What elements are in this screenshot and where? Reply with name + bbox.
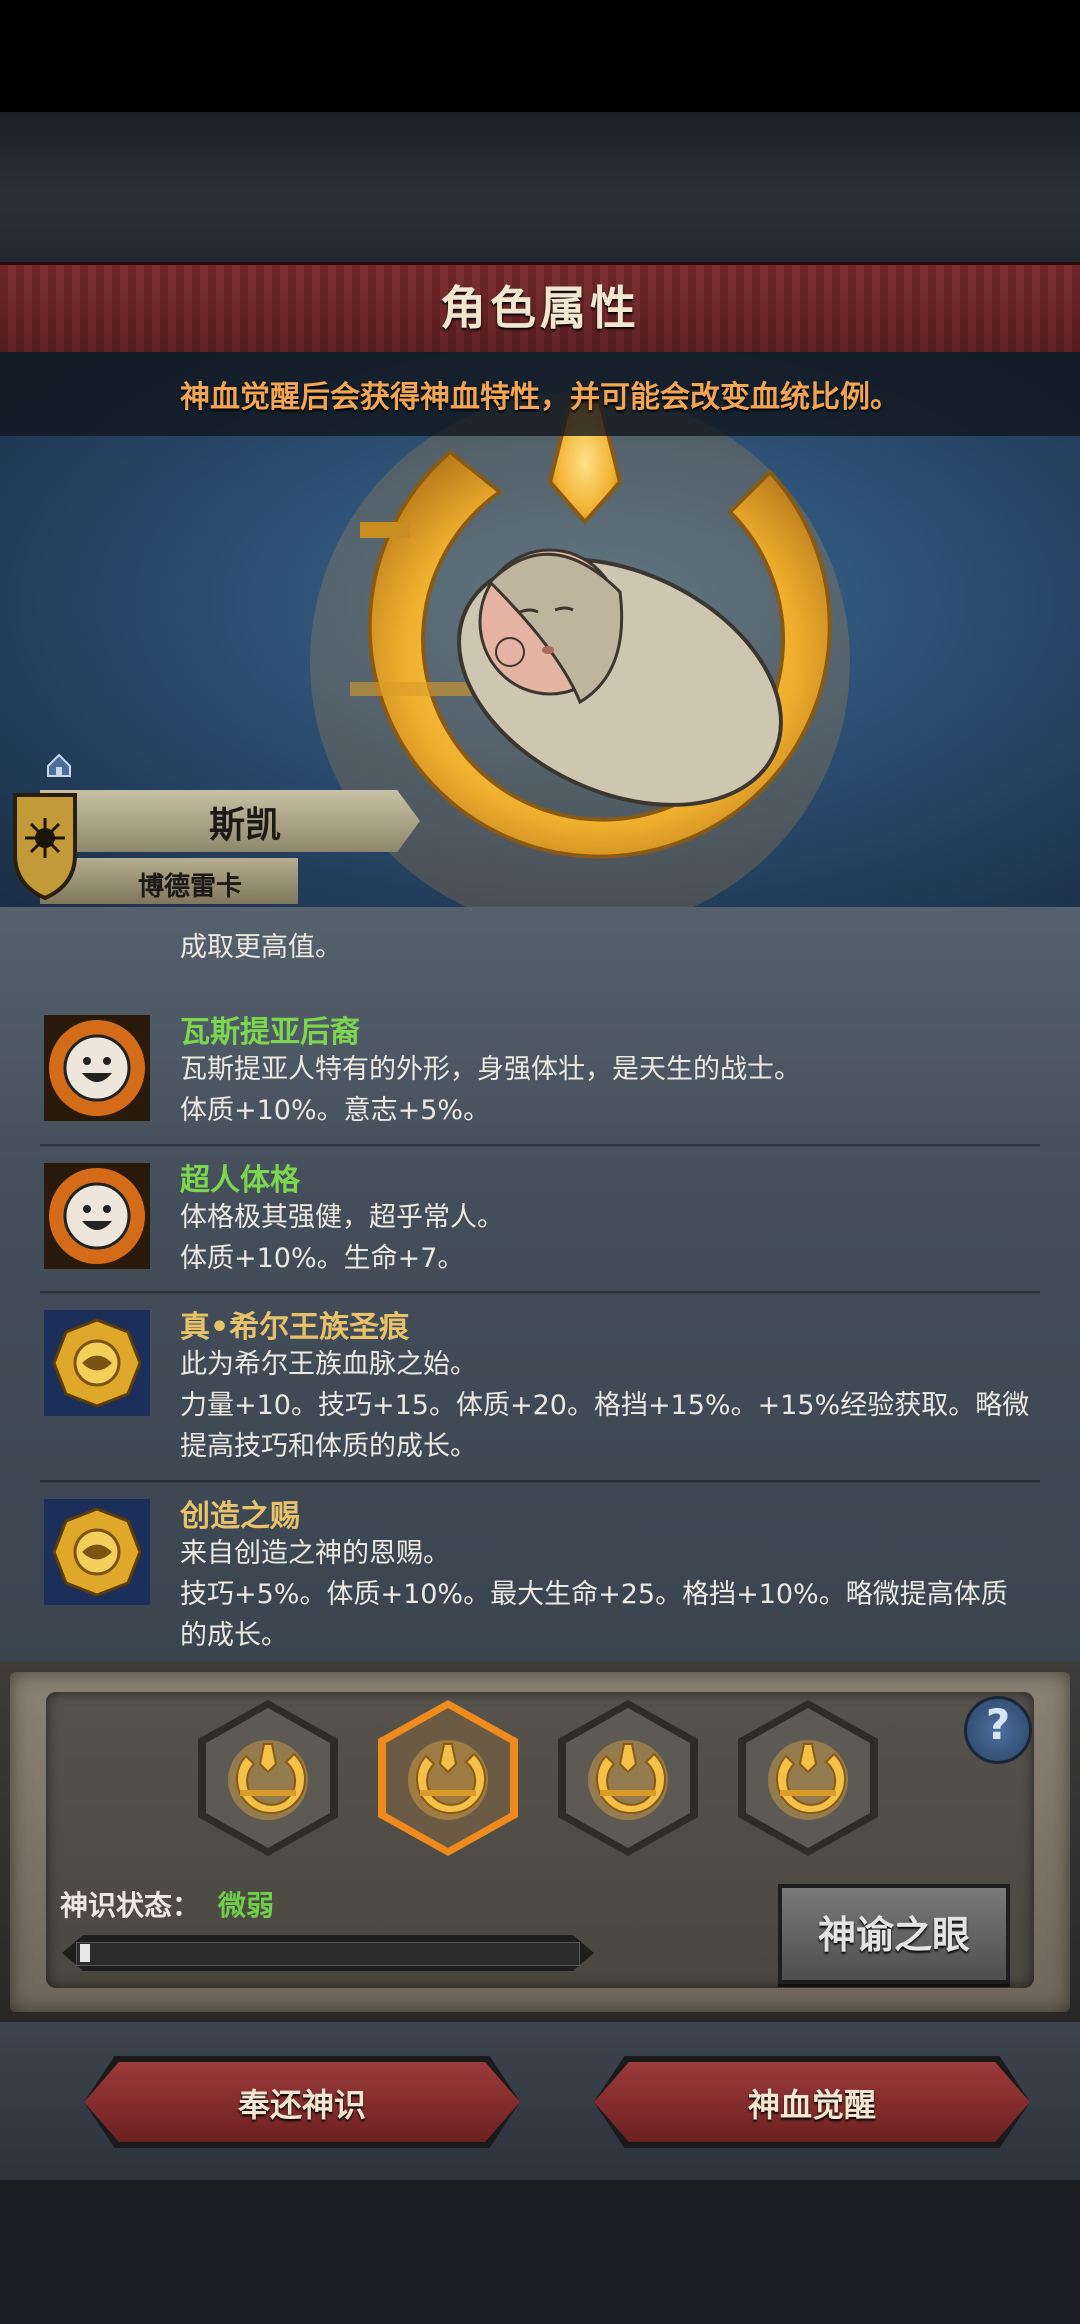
oracle-eye-label: 神谕之眼: [817, 1913, 970, 1957]
divider: [40, 1480, 1040, 1483]
status-bar-area: [0, 0, 1080, 112]
blood-awaken-label: 神血觉醒: [747, 2086, 876, 2124]
crescent-emblem-icon: [588, 1740, 668, 1820]
trait-description: 来自创造之神的恩赐。 技巧+5%。体质+10%。最大生命+25。格挡+10%。略…: [180, 1538, 1008, 1651]
emblem-slot-inner: [566, 1708, 690, 1848]
question-icon: ?: [985, 1700, 1011, 1749]
house-icon: [47, 753, 71, 777]
divider: [40, 1291, 1040, 1294]
progress-track: [76, 1942, 580, 1966]
trait-description: 此为希尔王族血脉之始。 力量+10。技巧+15。体质+20。格挡+15%。+15…: [180, 1349, 1030, 1462]
divider: [40, 1144, 1040, 1147]
page-title: 角色属性: [440, 281, 640, 335]
trait-partial-line: 成取更高值。: [180, 932, 342, 963]
trait-description: 体格极其强健，超乎常人。 体质+10%。生命+7。: [180, 1202, 504, 1274]
status-label: 神识状态：: [60, 1889, 201, 1922]
trait-description: 瓦斯提亚人特有的外形，身强体壮，是天生的战士。 体质+10%。意志+5%。: [180, 1054, 801, 1126]
character-name: 斯凯: [208, 805, 281, 846]
top-band: [0, 112, 1080, 262]
crescent-emblem-icon: [768, 1740, 848, 1820]
status-value: 微弱: [218, 1889, 275, 1922]
bottom-area: [0, 2180, 1080, 2324]
golden-sigil-icon: [44, 1310, 150, 1416]
shield-crest-icon: [13, 793, 77, 900]
trait-name: 创造之赐: [180, 1499, 300, 1534]
baby-portrait: [457, 548, 783, 807]
crescent-emblem-icon: [228, 1740, 308, 1820]
emblem-slot-inner: [206, 1708, 330, 1848]
emblem-slot-inner: [746, 1708, 870, 1848]
house-name: 博德雷卡: [137, 872, 242, 902]
trait-list[interactable]: 成取更高值。 瓦斯提亚后裔 瓦斯提亚人特有的外形，身强体壮，是天生的战士。 体质…: [0, 907, 1080, 1662]
trait-name: 瓦斯提亚后裔: [180, 1015, 360, 1050]
hint-text: 神血觉醒后会获得神血特性，并可能会改变血统比例。: [180, 380, 900, 415]
trait-name: 超人体格: [180, 1163, 300, 1198]
progress-fill: [80, 1944, 90, 1962]
crescent-emblem-icon: [408, 1740, 488, 1820]
golden-sigil-icon: [44, 1499, 150, 1605]
return-divinity-label: 奉还神识: [237, 2086, 366, 2124]
smile-face-icon: [44, 1163, 150, 1269]
smile-face-icon: [44, 1015, 150, 1121]
emblem-slot-inner: [386, 1708, 510, 1848]
trait-name: 真•希尔王族圣痕: [180, 1310, 410, 1345]
